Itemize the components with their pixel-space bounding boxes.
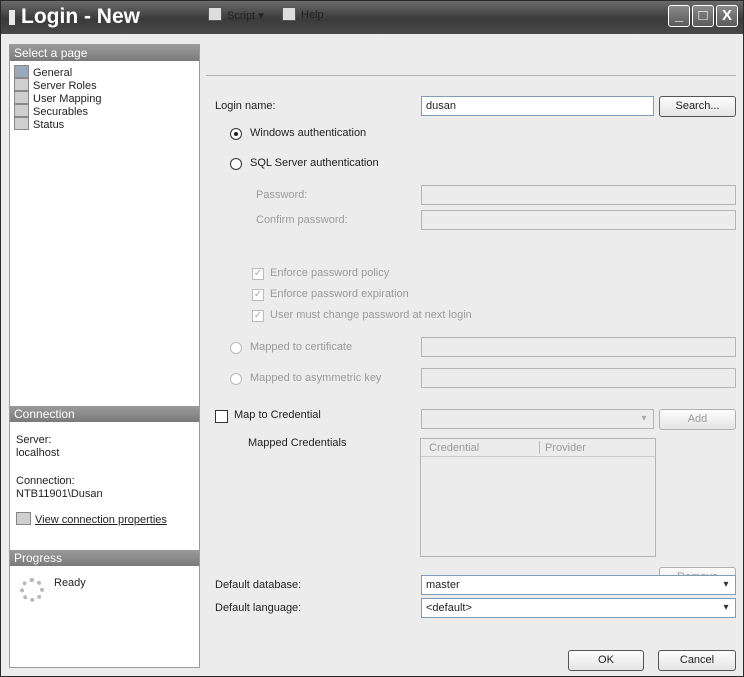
enforce-expiration-label: Enforce password expiration	[270, 288, 409, 300]
sidebar-item-general[interactable]: General	[14, 65, 72, 79]
column-divider	[539, 441, 540, 454]
connection-value: NTB11901\Dusan	[16, 488, 103, 500]
map-credential-checkbox[interactable]	[215, 410, 228, 423]
sidebar-item-server-roles[interactable]: Server Roles	[14, 78, 97, 92]
column-header-provider[interactable]: Provider	[545, 442, 586, 454]
sql-auth-radio[interactable]	[230, 158, 242, 170]
default-language-select[interactable]: <default> ▾	[421, 598, 736, 618]
column-header-credential[interactable]: Credential	[429, 442, 479, 454]
ok-button[interactable]: OK	[568, 650, 644, 671]
chevron-down-icon: ▾	[723, 579, 729, 590]
default-database-select[interactable]: master ▾	[421, 575, 736, 595]
left-pane: Select a page General Server Roles User …	[9, 44, 200, 668]
grid-header: Credential Provider	[421, 439, 655, 457]
mapped-cert-label: Mapped to certificate	[250, 341, 353, 353]
progress-spinner-icon	[20, 578, 44, 602]
enforce-expiration-checkbox[interactable]: ✓	[252, 289, 264, 301]
maximize-button[interactable]: □	[692, 5, 714, 27]
connection-header: Connection	[10, 406, 199, 422]
help-button[interactable]: Help	[301, 9, 324, 21]
credential-dropdown[interactable]: ▾	[421, 409, 654, 429]
page-icon	[14, 91, 29, 104]
sidebar-item-user-mapping[interactable]: User Mapping	[14, 91, 101, 105]
radio-dot	[234, 132, 238, 136]
add-button[interactable]: Add	[659, 409, 736, 430]
cancel-button[interactable]: Cancel	[658, 650, 736, 671]
confirm-password-input[interactable]	[421, 210, 736, 230]
must-change-checkbox[interactable]: ✓	[252, 310, 264, 322]
page-icon	[14, 117, 29, 130]
sql-auth-label: SQL Server authentication	[250, 157, 379, 169]
mapped-asym-label: Mapped to asymmetric key	[250, 372, 382, 384]
select-page-header: Select a page	[10, 45, 199, 61]
login-name-label: Login name:	[215, 100, 276, 112]
default-language-label: Default language:	[215, 602, 302, 614]
password-label: Password:	[256, 189, 308, 201]
sidebar-item-status[interactable]: Status	[14, 117, 64, 131]
properties-icon	[16, 512, 31, 525]
chevron-down-icon: ▾	[641, 413, 647, 424]
login-name-input[interactable]: dusan	[421, 96, 654, 116]
window-title: Login - New	[21, 5, 140, 28]
login-new-window: Login - New _ □ X Select a page General …	[0, 0, 744, 677]
enforce-policy-checkbox[interactable]: ✓	[252, 268, 264, 280]
default-database-label: Default database:	[215, 579, 302, 591]
connection-label: Connection:	[16, 475, 75, 487]
progress-header: Progress	[10, 550, 199, 566]
page-icon	[14, 104, 29, 117]
minimize-button[interactable]: _	[668, 5, 690, 27]
mapped-asym-radio[interactable]	[230, 373, 242, 385]
script-label: Script	[227, 10, 256, 22]
search-button[interactable]: Search...	[659, 96, 736, 117]
confirm-password-label: Confirm password:	[256, 214, 348, 226]
must-change-label: User must change password at next login	[270, 309, 472, 321]
window-icon	[9, 10, 15, 25]
sidebar-item-label: Status	[33, 119, 65, 131]
link-text: View connection properties	[35, 514, 167, 526]
windows-auth-label: Windows authentication	[250, 127, 367, 139]
help-icon	[282, 7, 296, 21]
mapped-cert-input[interactable]	[421, 337, 736, 357]
chevron-down-icon: ▾	[723, 602, 729, 613]
windows-auth-radio[interactable]	[230, 128, 242, 140]
page-icon	[14, 65, 29, 78]
title-bar[interactable]: Login - New _ □ X	[1, 1, 743, 34]
server-label: Server:	[16, 434, 52, 446]
page-icon	[14, 78, 29, 91]
default-language-value: <default>	[426, 602, 472, 614]
progress-status: Ready	[54, 577, 86, 589]
script-icon	[208, 7, 222, 21]
enforce-policy-label: Enforce password policy	[270, 267, 390, 279]
toolbar-divider	[206, 75, 736, 76]
mapped-asym-input[interactable]	[421, 368, 736, 388]
mapped-cert-radio[interactable]	[230, 342, 242, 354]
mapped-credentials-grid[interactable]: Credential Provider	[420, 438, 656, 557]
server-value: localhost	[16, 447, 60, 459]
password-input[interactable]	[421, 185, 736, 205]
script-button[interactable]: Script ▾	[227, 9, 264, 22]
chevron-down-icon: ▾	[258, 10, 264, 22]
sidebar-item-securables[interactable]: Securables	[14, 104, 88, 118]
mapped-credentials-label: Mapped Credentials	[248, 437, 347, 449]
default-database-value: master	[426, 579, 460, 591]
view-connection-properties-link[interactable]: View connection properties	[16, 512, 167, 527]
map-credential-label: Map to Credential	[234, 409, 321, 421]
close-button[interactable]: X	[716, 5, 738, 27]
